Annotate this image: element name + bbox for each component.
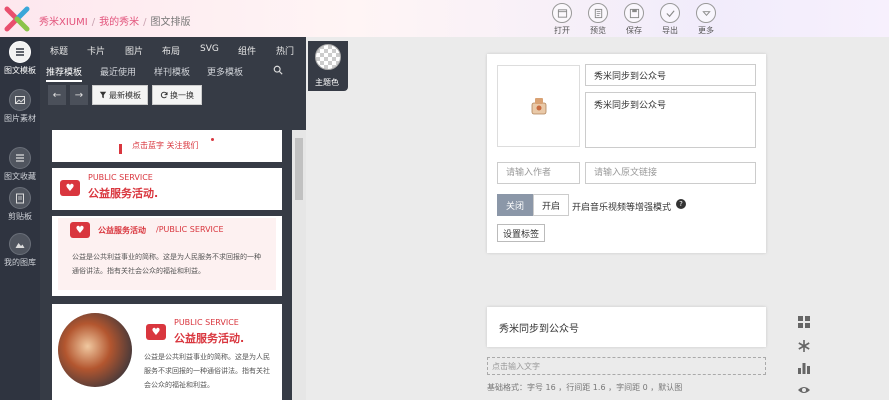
cover-placeholder-icon (531, 98, 546, 115)
tab-image[interactable]: 图片 (125, 44, 143, 57)
tab-card[interactable]: 卡片 (87, 44, 105, 57)
source-link-input[interactable] (585, 162, 756, 184)
subtab-more[interactable]: 更多模板 (207, 65, 243, 78)
help-icon[interactable]: ? (676, 199, 686, 209)
template-controls: ← → 最新模板 换一换 (40, 85, 306, 107)
theme-color-label: 主题色 (315, 78, 339, 87)
template-scrollbar[interactable] (292, 130, 306, 400)
template-text: 点击蓝字 关注我们 (132, 141, 199, 150)
subtabs: 推荐模板 最近使用 样刊模板 更多模板 (40, 61, 306, 82)
tab-svg[interactable]: SVG (200, 44, 219, 54)
volunteer-photo (58, 313, 132, 387)
save-button[interactable]: 保存 (616, 3, 652, 36)
grid-icon[interactable] (795, 313, 813, 331)
image-icon (15, 96, 25, 104)
bar-chart-icon[interactable] (795, 359, 813, 377)
gallery-icon (15, 243, 25, 248)
tab-layout[interactable]: 布局 (162, 44, 180, 57)
template-card-follow[interactable]: 点击蓝字 关注我们 (52, 130, 282, 162)
refresh-icon (160, 91, 168, 99)
rail-item-clipboard[interactable]: 剪贴板 (0, 183, 40, 227)
cover-image[interactable] (497, 65, 580, 147)
more-button[interactable]: 更多 (688, 3, 724, 36)
top-bar: 秀米XIUMI / 我的秀米 / 图文排版 打开 预览 保存 导出 更多 (0, 0, 889, 37)
chat-heart-icon: ♥ (70, 222, 90, 238)
prev-button[interactable]: ← (48, 85, 66, 105)
eye-icon[interactable] (795, 381, 813, 399)
title-input[interactable] (585, 64, 756, 86)
brand-link[interactable]: 秀米XIUMI (39, 17, 88, 28)
template-card-public-service-intro[interactable]: ♥ 公益服务活动 /PUBLIC SERVICE 公益是公共利益事业的简称。这是… (52, 216, 282, 296)
transparent-swatch-icon (315, 44, 341, 70)
article-meta-card: 秀米同步到公众号 关闭 开启 开启音乐视频等增强模式 ? 设置标签 (487, 54, 766, 253)
subtab-sample[interactable]: 样刊模板 (154, 65, 190, 78)
search-icon[interactable] (273, 65, 283, 75)
list-icon (16, 154, 24, 162)
tab-hot[interactable]: 热门 (276, 44, 294, 57)
tab-title[interactable]: 标题 (50, 44, 68, 57)
subtab-recent[interactable]: 最近使用 (100, 65, 136, 78)
open-button[interactable]: 打开 (544, 3, 580, 36)
document-title-block[interactable]: 秀米同步到公众号 (487, 307, 766, 347)
summary-input[interactable]: 秀米同步到公众号 (585, 92, 756, 148)
swap-button[interactable]: 换一换 (152, 85, 202, 105)
tab-component[interactable]: 组件 (238, 44, 256, 57)
template-list: 点击蓝字 关注我们 ♥ PUBLIC SERVICE 公益服务活动. ♥ 公益服… (52, 130, 292, 400)
template-card-public-service[interactable]: ♥ PUBLIC SERVICE 公益服务活动. (52, 168, 282, 210)
snowflake-icon[interactable] (795, 337, 813, 355)
music-mode-label: 开启音乐视频等增强模式 (572, 203, 672, 213)
save-icon (629, 8, 639, 18)
preview-icon (594, 8, 602, 18)
author-input[interactable] (497, 162, 580, 184)
export-button[interactable]: 导出 (652, 3, 688, 36)
toolbar: 打开 预览 保存 导出 更多 (544, 3, 724, 36)
layout-template-icon (16, 48, 24, 56)
filter-icon (99, 91, 107, 99)
toggle-off-button[interactable]: 关闭 (497, 194, 533, 216)
rail-item-images[interactable]: 图片素材 (0, 85, 40, 129)
next-button[interactable]: → (70, 85, 88, 105)
chat-heart-icon: ♥ (60, 180, 80, 196)
toggle-on-button[interactable]: 开启 (533, 194, 569, 216)
crumb-current: 图文排版 (150, 17, 191, 28)
category-tabs: 标题 卡片 图片 布局 SVG 组件 热门 (40, 41, 306, 59)
scrollbar-thumb[interactable] (295, 138, 303, 200)
folder-icon (557, 8, 567, 18)
basic-format-info: 基础格式：字号 16 ，行间距 1.6 ，字间距 0 ，默认图 (487, 383, 683, 392)
breadcrumb: 秀米XIUMI / 我的秀米 / 图文排版 (39, 17, 191, 28)
left-rail: 图文模板 图片素材 图文收藏 剪贴板 我的图库 (0, 37, 40, 400)
rail-item-templates[interactable]: 图文模板 (0, 37, 40, 81)
rail-item-favorites[interactable]: 图文收藏 (0, 143, 40, 187)
text-input-area[interactable]: 点击输入文字 (487, 357, 766, 375)
xiumi-logo-icon[interactable] (3, 5, 31, 33)
clipboard-icon (16, 193, 24, 204)
subtab-recommended[interactable]: 推荐模板 (46, 65, 83, 82)
template-card-public-service-photo[interactable]: ♥ PUBLIC SERVICE 公益服务活动. 公益是公共利益事业的简称。这是… (52, 304, 282, 400)
rail-item-my-gallery[interactable]: 我的图库 (0, 229, 40, 273)
more-chevron-icon (701, 10, 711, 16)
preview-button[interactable]: 预览 (580, 3, 616, 36)
set-tags-button[interactable]: 设置标签 (497, 224, 545, 242)
crumb-my-xiumi[interactable]: 我的秀米 (99, 17, 139, 28)
chat-heart-icon: ♥ (146, 324, 166, 340)
export-check-icon (665, 9, 675, 17)
theme-color-picker[interactable]: 主题色 (308, 41, 348, 91)
newest-templates-button[interactable]: 最新模板 (92, 85, 148, 105)
